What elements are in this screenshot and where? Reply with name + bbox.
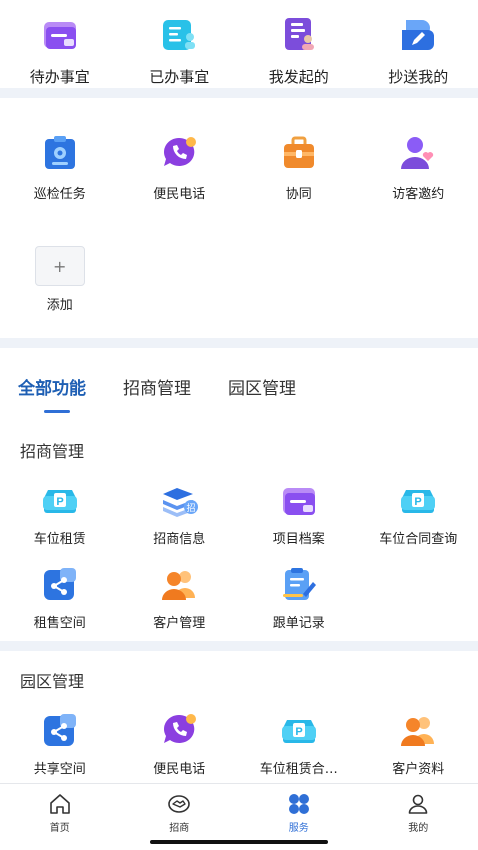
share-space-icon: [40, 710, 80, 750]
share-space-icon: [40, 564, 80, 604]
parking-lease-entry[interactable]: P 车位租赁: [0, 480, 120, 564]
section-divider: [0, 338, 478, 348]
parking-contract-query-entry[interactable]: P 车位合同查询: [359, 480, 478, 564]
investment-info-entry[interactable]: 招 招商信息: [120, 480, 240, 564]
stacked-books-icon: 招: [159, 480, 199, 520]
park-grid: 共享空间 便民电话 P 车位租赁合… 客户资料: [0, 710, 478, 777]
bottom-nav: 首页 招商 服务 我的: [0, 783, 478, 850]
section-title-investment: 招商管理: [20, 442, 85, 461]
visitor-invite-label: 访客邀约: [392, 187, 445, 202]
shortcut-panel: 巡检任务 便民电话 协同 访客邀约 + 添加: [0, 98, 478, 338]
parking-letter: P: [56, 496, 63, 508]
done-document-icon: [159, 14, 199, 54]
visitor-heart-icon: [398, 133, 438, 173]
function-tabs: 全部功能 招商管理 园区管理: [18, 374, 296, 413]
section-divider: [0, 88, 478, 98]
nav-investment[interactable]: 招商: [120, 792, 240, 834]
grid-icon: [288, 794, 309, 814]
project-folder-icon: [279, 480, 319, 520]
nav-service-label: 服务: [288, 823, 309, 834]
top-actions: 待办事宜 已办事宜 我发起的 抄送我的: [0, 0, 478, 88]
cc-label: 抄送我的: [388, 68, 449, 86]
hotline-label: 便民电话: [153, 187, 206, 202]
nav-home-label: 首页: [49, 823, 70, 834]
pending-tasks-label: 待办事宜: [29, 68, 90, 86]
nav-service[interactable]: 服务: [239, 792, 359, 834]
parking-letter: P: [295, 726, 302, 738]
cc-edit-icon: [398, 14, 438, 54]
add-label: 添加: [46, 298, 73, 313]
project-archive-label: 项目档案: [272, 532, 325, 547]
patrol-task-label: 巡检任务: [33, 187, 86, 202]
parking-car-icon: P: [40, 480, 80, 520]
pending-tasks-entry[interactable]: 待办事宜: [0, 14, 120, 87]
investment-badge: 招: [187, 502, 196, 514]
park-hotline-label: 便民电话: [153, 762, 206, 777]
follow-up-records-entry[interactable]: 跟单记录: [239, 564, 359, 648]
tab-park-management[interactable]: 园区管理: [228, 374, 296, 413]
pending-folder-icon: [40, 14, 80, 54]
home-icon: [49, 794, 70, 814]
nav-mine-label: 我的: [408, 823, 429, 834]
briefcase-icon: [279, 133, 319, 173]
nav-home[interactable]: 首页: [0, 792, 120, 834]
home-indicator: [150, 840, 328, 844]
parking-car-icon: P: [279, 710, 319, 750]
patrol-clipboard-icon: [40, 133, 80, 173]
section-title-park: 园区管理: [20, 672, 85, 691]
hotline-shortcut[interactable]: 便民电话: [120, 133, 240, 202]
customers-icon: [398, 710, 438, 750]
add-button[interactable]: +: [34, 246, 85, 286]
project-archive-entry[interactable]: 项目档案: [239, 480, 359, 564]
phone-bubble-icon: [159, 710, 199, 750]
collaboration-shortcut[interactable]: 协同: [239, 133, 359, 202]
tab-all-functions[interactable]: 全部功能: [18, 374, 86, 413]
rental-space-entry[interactable]: 租售空间: [0, 564, 120, 648]
notes-pencil-icon: [279, 564, 319, 604]
patrol-task-shortcut[interactable]: 巡检任务: [0, 133, 120, 202]
initiated-profile-icon: [279, 14, 319, 54]
investment-info-label: 招商信息: [153, 532, 206, 547]
done-tasks-entry[interactable]: 已办事宜: [120, 14, 240, 87]
parking-car-icon: P: [398, 480, 438, 520]
customer-profile-entry[interactable]: 客户资料: [359, 710, 478, 777]
shared-space-entry[interactable]: 共享空间: [0, 710, 120, 777]
tab-investment-management[interactable]: 招商管理: [123, 374, 191, 413]
rental-space-label: 租售空间: [33, 616, 86, 631]
investment-grid: P 车位租赁 招 招商信息 项目档案 P 车位合同查询 租售空间 客户管理 跟单…: [0, 480, 478, 648]
nav-investment-label: 招商: [169, 823, 190, 834]
nav-mine[interactable]: 我的: [359, 792, 478, 834]
collaboration-label: 协同: [285, 187, 312, 202]
customer-management-label: 客户管理: [153, 616, 206, 631]
customer-management-entry[interactable]: 客户管理: [120, 564, 240, 648]
initiated-label: 我发起的: [268, 68, 329, 86]
visitor-invite-shortcut[interactable]: 访客邀约: [359, 133, 478, 202]
initiated-entry[interactable]: 我发起的: [239, 14, 359, 87]
parking-lease-contract-entry[interactable]: P 车位租赁合…: [239, 710, 359, 777]
parking-lease-label: 车位租赁: [33, 532, 86, 547]
handshake-icon: [168, 795, 191, 813]
add-shortcut[interactable]: + 添加: [0, 246, 120, 313]
done-tasks-label: 已办事宜: [149, 68, 210, 86]
section-divider: [0, 641, 478, 651]
follow-up-records-label: 跟单记录: [272, 616, 325, 631]
parking-lease-contract-label: 车位租赁合…: [259, 762, 338, 777]
shared-space-label: 共享空间: [33, 762, 86, 777]
parking-contract-query-label: 车位合同查询: [379, 532, 458, 547]
park-hotline-entry[interactable]: 便民电话: [120, 710, 240, 777]
parking-letter: P: [415, 496, 422, 508]
user-icon: [408, 794, 428, 814]
customers-icon: [159, 564, 199, 604]
customer-profile-label: 客户资料: [392, 762, 445, 777]
cc-entry[interactable]: 抄送我的: [359, 14, 478, 87]
phone-bubble-icon: [159, 133, 199, 173]
